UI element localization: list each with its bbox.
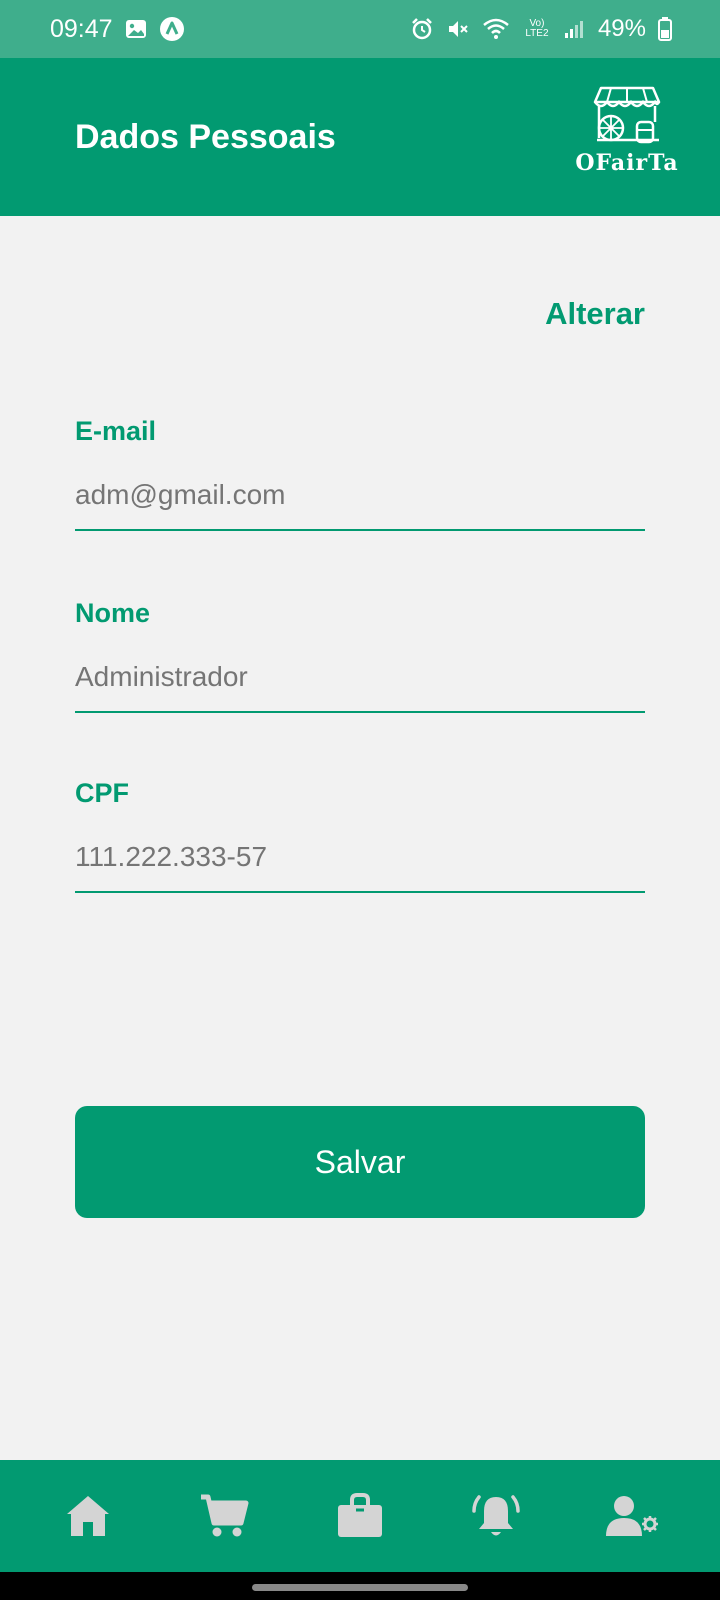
image-icon (125, 18, 147, 40)
cpf-label: CPF (75, 778, 129, 808)
status-bar-left: 09:47 (50, 15, 185, 44)
battery-icon (658, 17, 672, 41)
mute-icon (446, 17, 470, 41)
nav-cart[interactable] (184, 1476, 264, 1556)
email-field-group: E-mail (75, 416, 645, 531)
status-bar: 09:47 Vo) LTE2 49% (0, 0, 720, 58)
cpf-field[interactable] (75, 841, 645, 893)
name-field[interactable] (75, 661, 645, 713)
email-field[interactable] (75, 479, 645, 531)
cart-icon (201, 1494, 249, 1537)
nav-notifications[interactable] (456, 1476, 536, 1556)
network-type-label: Vo) LTE2 (525, 18, 549, 39)
cpf-field-group: CPF (75, 778, 645, 893)
gesture-handle[interactable] (252, 1584, 468, 1591)
page-title: Dados Pessoais (75, 118, 336, 156)
nav-home[interactable] (48, 1476, 128, 1556)
user-settings-icon (606, 1496, 658, 1536)
email-label: E-mail (75, 416, 157, 446)
app-logo: OFairTa (568, 78, 686, 196)
signal-icon (564, 18, 586, 40)
market-stall-icon (593, 86, 661, 144)
nav-profile-settings[interactable] (592, 1476, 672, 1556)
app-notification-icon (159, 16, 185, 42)
home-icon (67, 1496, 109, 1536)
status-bar-right: Vo) LTE2 49% (410, 15, 672, 43)
edit-button[interactable]: Alterar (545, 296, 645, 332)
alarm-icon (410, 17, 434, 41)
bottom-navigation (0, 1460, 720, 1572)
personal-data-form: Alterar E-mail Nome CPF Salvar (0, 216, 720, 1460)
nav-orders[interactable] (320, 1476, 400, 1556)
battery-percentage: 49% (597, 15, 646, 42)
app-header: Dados Pessoais OFairTa (0, 58, 720, 216)
shopping-bag-icon (338, 1493, 382, 1537)
logo-text: OFairTa (575, 150, 679, 176)
save-button[interactable]: Salvar (75, 1106, 645, 1218)
name-label: Nome (75, 598, 151, 628)
notifications-bell-icon (472, 1495, 520, 1536)
status-time: 09:47 (50, 14, 113, 43)
wifi-icon (482, 17, 510, 41)
name-field-group: Nome (75, 598, 645, 713)
